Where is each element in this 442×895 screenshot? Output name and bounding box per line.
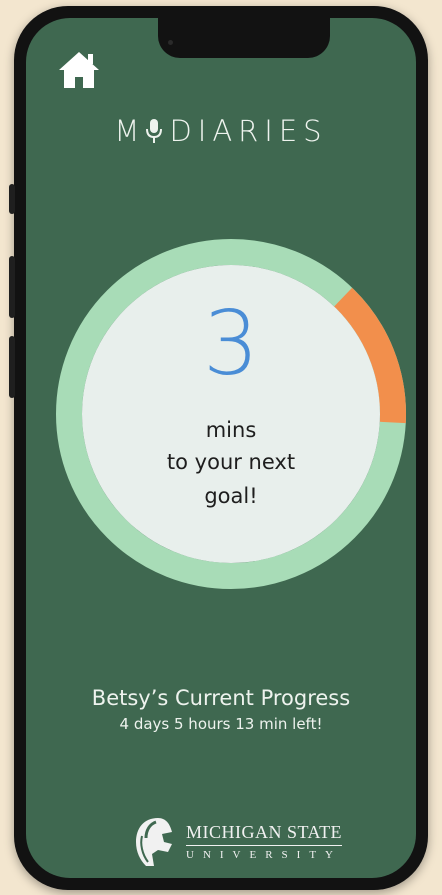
volume-up-button [9, 256, 15, 318]
page: M DIARIES 3 mins to your next goal! Betsy… [0, 0, 442, 895]
spartan-helmet-icon [136, 818, 172, 866]
app-screen: M DIARIES 3 mins to your next goal! Betsy… [26, 18, 416, 878]
goal-text-line: to your next [166, 450, 296, 474]
phone-frame: M DIARIES 3 mins to your next goal! Betsy… [9, 6, 428, 890]
volume-down-button [9, 336, 15, 398]
university-logo: MICHIGAN STATE UNIVERSITY [128, 814, 358, 870]
minutes-remaining-value: 3 [203, 292, 259, 395]
university-sub: UNIVERSITY [186, 849, 342, 861]
goal-text-end: goal! [204, 484, 258, 508]
university-name: MICHIGAN STATE [186, 822, 343, 846]
current-progress-title: Betsy’s Current Progress [91, 686, 351, 710]
goal-countdown: 3 mins to your next goal! [89, 272, 373, 556]
minutes-unit-label: mins [205, 418, 257, 442]
time-left-text: 4 days 5 hours 13 min left! [119, 715, 323, 733]
mute-switch [9, 184, 15, 214]
